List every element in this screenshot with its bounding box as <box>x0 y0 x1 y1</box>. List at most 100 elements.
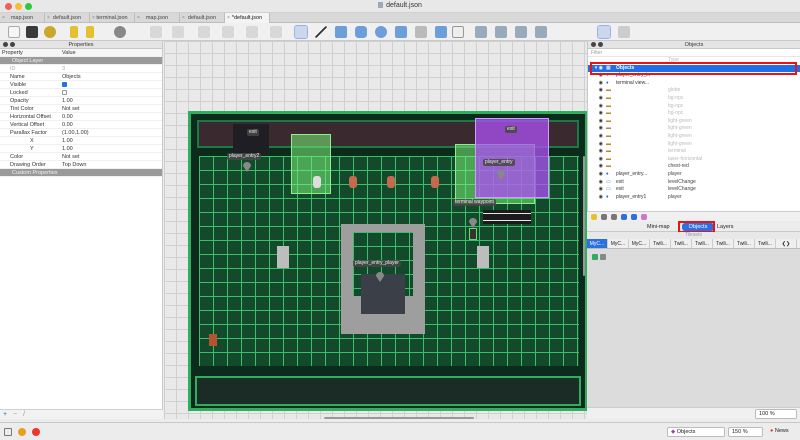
visibility-eye-icon[interactable]: ◉ <box>588 80 606 88</box>
visibility-eye-icon[interactable]: ◉ <box>588 133 606 141</box>
terminal-sprite[interactable] <box>469 228 477 240</box>
tab-default-active[interactable]: × *default.json <box>225 13 270 23</box>
tab-default-2[interactable]: × default.json <box>180 13 225 23</box>
tab-minimap[interactable]: Mini-map <box>647 223 670 231</box>
section-custom-properties[interactable]: Custom Properties <box>0 169 162 177</box>
settings-icon[interactable] <box>114 26 126 38</box>
npc-sprite[interactable] <box>349 176 357 188</box>
visibility-eye-icon[interactable]: ◉ <box>588 125 606 133</box>
property-color[interactable]: Color Not set <box>0 153 162 161</box>
close-tab-icon[interactable]: × <box>47 13 50 23</box>
layout-icon[interactable] <box>4 428 12 436</box>
vertical-scrollbar[interactable] <box>583 156 585 276</box>
undo-icon[interactable] <box>70 26 78 38</box>
remove-property-icon[interactable]: − <box>13 411 17 418</box>
visibility-eye-icon[interactable]: ◉ <box>588 194 606 202</box>
horizontal-scrollbar[interactable] <box>324 417 474 419</box>
player-entry-right-pin-icon[interactable] <box>497 170 505 180</box>
insert-text-icon[interactable] <box>452 26 464 38</box>
close-panel-icon[interactable] <box>3 42 8 47</box>
tile-sprite-icon[interactable] <box>592 254 598 260</box>
tileset-tab[interactable]: MyC... <box>608 239 629 248</box>
npc-sprite[interactable] <box>431 176 439 188</box>
close-tab-icon[interactable]: × <box>227 13 230 23</box>
save-icon[interactable] <box>26 26 38 38</box>
close-tab-icon[interactable]: × <box>182 13 185 23</box>
raise-object-icon[interactable] <box>621 214 627 220</box>
property-opacity[interactable]: Opacity 1.00 <box>0 97 162 105</box>
tileset-tab[interactable]: Twili... <box>734 239 755 248</box>
object-row[interactable]: ◉ ▭ exit levelChange <box>588 179 800 187</box>
lower-object-icon[interactable] <box>631 214 637 220</box>
tilemap[interactable]: exit player_entry2 exit player_entry ter… <box>188 111 587 411</box>
player-entry-center-pin-icon[interactable] <box>376 272 384 282</box>
locked-checkbox[interactable] <box>62 90 67 95</box>
visibility-eye-icon[interactable]: ◉ <box>588 179 606 187</box>
player-entry-right-label[interactable]: player_entry <box>483 159 515 166</box>
eraser-icon[interactable] <box>246 26 258 38</box>
map-canvas[interactable]: exit player_entry2 exit player_entry ter… <box>164 41 587 419</box>
object-row[interactable]: ◉ ▬ light-green <box>588 141 800 149</box>
property-tint-color[interactable]: Tint Color Not set <box>0 105 162 113</box>
player-entry2-pin-icon[interactable] <box>243 162 251 172</box>
tileset-tab[interactable]: Twili... <box>650 239 671 248</box>
insert-rectangle-icon[interactable] <box>335 26 347 38</box>
stamp-tool-icon[interactable] <box>150 26 162 38</box>
tab-terminal[interactable]: × terminal.json <box>90 13 135 23</box>
visibility-eye-icon[interactable]: ◉ <box>588 95 606 103</box>
tileset-tab-scroll-icon[interactable]: ❮❯ <box>776 239 797 248</box>
object-row[interactable]: ◉ ▬ light-green <box>588 133 800 141</box>
terminal-waypoint-pin-icon[interactable] <box>469 218 477 228</box>
visibility-eye-icon[interactable]: ◉ <box>588 163 606 171</box>
flip-vertical-icon[interactable] <box>495 26 507 38</box>
close-tab-icon[interactable]: × <box>92 13 95 23</box>
chest-red-sprite[interactable] <box>209 334 217 346</box>
redo-icon[interactable] <box>86 26 94 38</box>
duplicate-object-icon[interactable] <box>591 214 597 220</box>
tileset-tab[interactable]: Twili... <box>755 239 776 248</box>
tab-default-1[interactable]: × default.json <box>45 13 90 23</box>
fill-tool-icon[interactable] <box>198 26 210 38</box>
object-row[interactable]: ◉ ▬ light-green <box>588 118 800 126</box>
flip-horizontal-icon[interactable] <box>475 26 487 38</box>
visibility-eye-icon[interactable]: ◉ <box>588 87 606 95</box>
terminal-waypoint-label[interactable]: terminal waypoint <box>453 199 496 206</box>
object-row[interactable]: ◉ ▬ bg-npc <box>588 103 800 111</box>
layer-select[interactable]: ◆ Objects <box>667 427 725 437</box>
insert-tile-icon[interactable] <box>415 26 427 38</box>
close-panel-icon[interactable] <box>591 42 596 47</box>
property-parallax-factor[interactable]: Parallax Factor (1.00,1.00) <box>0 129 162 137</box>
visible-checkbox[interactable] <box>62 82 67 87</box>
tab-layers[interactable]: Layers <box>717 223 734 231</box>
tile-sprite-icon[interactable] <box>600 254 606 260</box>
section-object-layer[interactable]: Object Layer <box>0 57 162 65</box>
insert-ellipse-icon[interactable] <box>375 26 387 38</box>
tileset-tab[interactable]: MyC... <box>587 239 608 248</box>
close-tab-icon[interactable]: × <box>137 13 140 23</box>
tab-map-2[interactable]: × map.json <box>135 13 180 23</box>
rename-property-icon[interactable]: / <box>23 411 25 418</box>
add-property-icon[interactable]: + <box>3 411 7 418</box>
player-entry-center-label[interactable]: player_entry_player <box>353 260 401 267</box>
npc-sprite[interactable] <box>313 176 321 188</box>
object-properties-icon[interactable] <box>641 214 647 220</box>
visibility-eye-icon[interactable]: ◉ <box>588 156 606 164</box>
npc-sprite[interactable] <box>387 176 395 188</box>
objects-filter-input[interactable]: Filter <box>588 49 800 57</box>
object-row[interactable]: ◉ ♦ player_entry1 player <box>588 194 800 202</box>
visibility-eye-icon[interactable]: ◉ <box>588 186 606 194</box>
tileset-tab[interactable]: Twili... <box>671 239 692 248</box>
move-up-icon[interactable] <box>611 214 617 220</box>
visibility-eye-icon[interactable]: ◉ <box>588 118 606 126</box>
visibility-eye-icon[interactable]: ◉ <box>588 103 606 111</box>
object-row[interactable]: ◉ ▬ globe <box>588 87 800 95</box>
visibility-eye-icon[interactable]: ◉ <box>588 141 606 149</box>
object-row[interactable]: ◉ ▬ laser-horizontal <box>588 156 800 164</box>
zoom-select[interactable]: 150 % <box>728 427 763 437</box>
visibility-eye-icon[interactable]: ◉ <box>588 110 606 118</box>
property-drawing-order[interactable]: Drawing Order Top Down <box>0 161 162 169</box>
object-row[interactable]: ◉ ♦ player_entry... player <box>588 171 800 179</box>
select-objects-icon[interactable] <box>294 25 308 39</box>
object-row[interactable]: ◉ ▬ chest-red <box>588 163 800 171</box>
delete-object-icon[interactable] <box>601 214 607 220</box>
